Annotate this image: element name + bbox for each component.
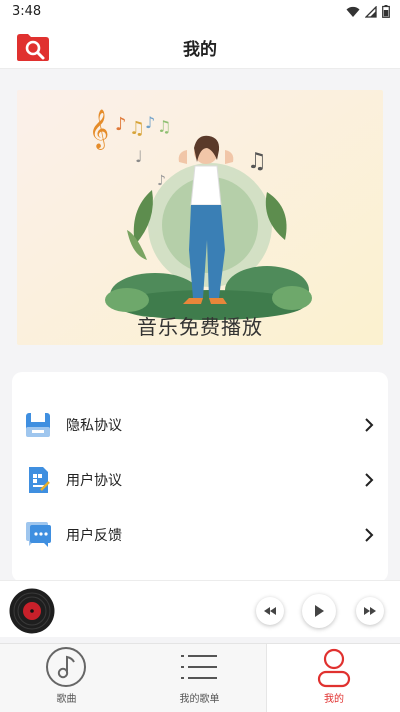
svg-text:𝄞: 𝄞: [89, 109, 109, 150]
banner-illustration: 𝄞 ♪ ♫ ♪ ♫ ♩ ♫ ♪: [17, 90, 383, 345]
fast-forward-button[interactable]: [356, 597, 384, 625]
wifi-icon: [346, 6, 360, 17]
chevron-right-icon: [365, 528, 374, 542]
signal-icon: [365, 5, 377, 18]
user-icon: [317, 648, 351, 688]
menu-label-terms: 用户协议: [66, 473, 122, 489]
status-icons: [346, 5, 390, 18]
mini-player: [0, 580, 400, 637]
chevron-right-icon: [365, 473, 374, 487]
document-icon: [29, 467, 50, 493]
battery-icon: [382, 5, 390, 18]
app-header: 我的: [0, 24, 400, 69]
play-icon: [315, 605, 324, 617]
svg-text:♪: ♪: [115, 114, 127, 135]
menu-label-feedback: 用户反馈: [66, 528, 122, 544]
menu-label-privacy: 隐私协议: [66, 418, 122, 434]
status-bar: 3:48: [0, 0, 400, 24]
menu-item-terms[interactable]: 用户协议: [12, 455, 388, 505]
chevron-right-icon: [365, 418, 374, 432]
svg-text:♫: ♫: [157, 117, 171, 136]
promo-banner: 𝄞 ♪ ♫ ♪ ♫ ♩ ♫ ♪ 音乐免费播放: [17, 90, 383, 345]
svg-text:♫: ♫: [129, 118, 145, 139]
page-title: 我的: [183, 40, 217, 60]
play-button[interactable]: [302, 594, 336, 628]
svg-text:♪: ♪: [157, 173, 166, 189]
vinyl-record-icon[interactable]: [9, 588, 55, 634]
rewind-icon: [264, 607, 276, 615]
svg-text:♩: ♩: [135, 147, 143, 166]
svg-text:♪: ♪: [145, 113, 155, 132]
menu-item-privacy[interactable]: 隐私协议: [12, 400, 388, 450]
tab-label-mine: 我的: [324, 694, 344, 705]
tab-mine[interactable]: 我的: [266, 644, 400, 712]
fast-forward-icon: [364, 607, 376, 615]
tab-label-songs: 歌曲: [56, 694, 77, 705]
tab-songs[interactable]: 歌曲: [0, 644, 133, 712]
music-note-icon: [46, 647, 86, 687]
svg-text:♫: ♫: [247, 149, 267, 174]
menu-item-feedback[interactable]: 用户反馈: [12, 510, 388, 560]
rewind-button[interactable]: [256, 597, 284, 625]
tab-label-my-playlist: 我的歌单: [179, 694, 220, 705]
settings-menu: 隐私协议 用户协议 用户反馈: [12, 372, 388, 582]
status-time: 3:48: [12, 4, 42, 19]
tab-my-playlist[interactable]: 我的歌单: [133, 644, 266, 712]
banner-caption: 音乐免费播放: [137, 315, 263, 339]
shield-doc-icon: [26, 413, 50, 437]
chat-bubble-icon: [26, 522, 51, 547]
bottom-tab-bar: 歌曲 我的歌单 我的: [0, 643, 400, 712]
list-icon: [181, 655, 217, 679]
